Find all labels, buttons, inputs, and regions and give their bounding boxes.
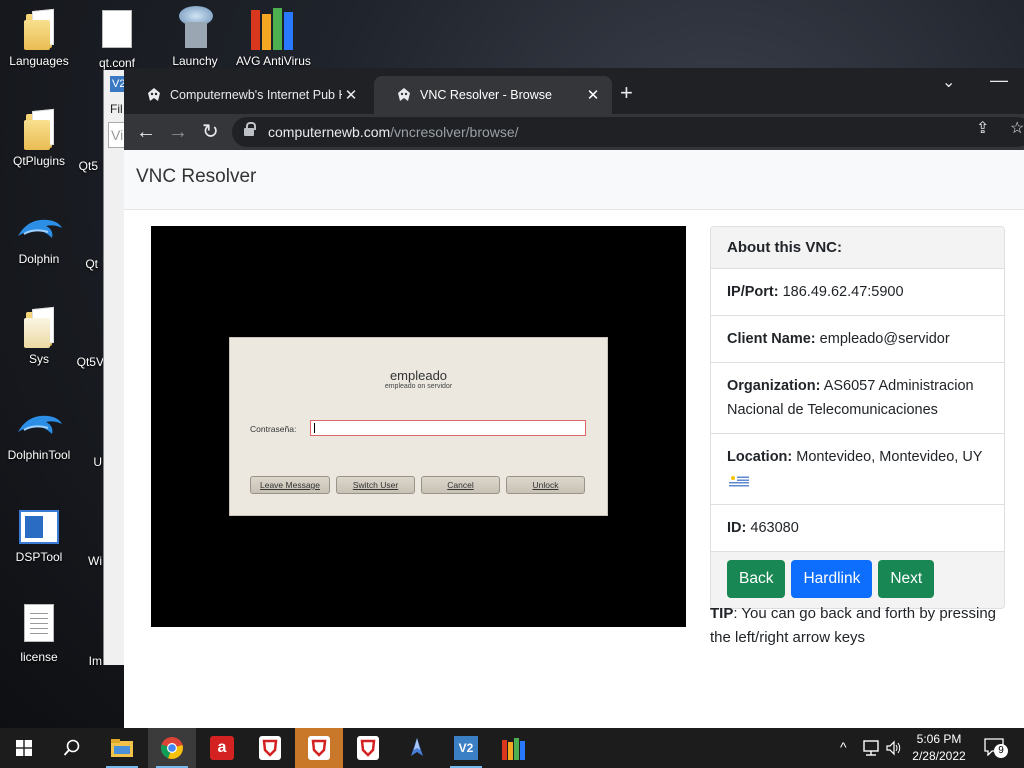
lock-icon xyxy=(244,122,256,138)
taskbar-chrome[interactable] xyxy=(148,728,196,768)
start-button[interactable] xyxy=(0,728,48,768)
new-tab-plus-icon[interactable]: + xyxy=(620,80,633,106)
forward-arrow-icon[interactable]: → xyxy=(168,120,188,144)
file-explorer-icon xyxy=(111,739,133,757)
location-row: Location: Montevideo, Montevideo, UY xyxy=(711,434,1004,505)
volume-icon[interactable] xyxy=(886,740,902,756)
vnc-viewer-icon: V2 xyxy=(454,736,478,760)
password-label: Contraseña: xyxy=(250,424,297,434)
rocket-icon xyxy=(411,738,423,756)
cancel-button: Cancel xyxy=(421,476,500,494)
desktop-icon-dolphintool[interactable]: DolphinTool xyxy=(2,408,76,462)
tab-bar: Computernewb's Internet Pub Hu ✕ VNC Res… xyxy=(124,68,1024,114)
chrome-icon xyxy=(161,737,183,759)
organization-row: Organization: AS6057 Administracion Naci… xyxy=(711,363,1004,434)
desktop-icon-languages[interactable]: Languages xyxy=(2,10,76,68)
taskbar-launchy[interactable] xyxy=(393,728,441,768)
back-button[interactable]: Back xyxy=(727,560,786,598)
desktop-icon-license[interactable]: license xyxy=(2,604,76,664)
close-tab-icon[interactable]: ✕ xyxy=(584,86,602,104)
shield-icon xyxy=(357,736,379,760)
document-icon xyxy=(102,10,132,48)
close-tab-icon[interactable]: ✕ xyxy=(342,86,360,104)
desktop-icon-avg[interactable]: AVG AntiVirus xyxy=(236,4,311,68)
client-name-row: Client Name: empleado@servidor xyxy=(711,316,1004,363)
taskbar-file-explorer[interactable] xyxy=(98,728,146,768)
share-icon[interactable]: ⇪ xyxy=(976,118,989,138)
bg-window-menu: Fil xyxy=(110,102,123,116)
desktop-icon-col2-7[interactable]: Im xyxy=(72,650,102,668)
launchy-icon xyxy=(175,4,215,50)
password-field xyxy=(310,420,586,436)
dialog-subtitle: empleado on servidor xyxy=(384,383,453,390)
bookmark-star-icon[interactable]: ☆ xyxy=(1010,118,1024,138)
taskbar-vnc-viewer[interactable]: V2 xyxy=(442,728,490,768)
notification-center[interactable]: 9 xyxy=(984,738,1008,758)
reload-icon[interactable]: ↻ xyxy=(202,120,219,144)
site-header: VNC Resolver xyxy=(124,150,1024,210)
ghost-favicon-icon xyxy=(398,88,410,101)
shield-icon xyxy=(259,736,281,760)
vnc-screenshot: empleado empleado on servidor Contraseña… xyxy=(151,226,686,627)
ip-port-row: IP/Port: 186.49.62.47:5900 xyxy=(711,269,1004,316)
show-hidden-icons-chevron[interactable]: ^ xyxy=(840,739,847,755)
dialog-username: empleado xyxy=(389,368,448,383)
avira-icon: a xyxy=(210,736,234,760)
taskbar-shield-1[interactable] xyxy=(246,728,294,768)
desktop-icon-qt-conf[interactable]: qt.conf xyxy=(80,10,154,70)
switch-user-button: Switch User xyxy=(336,476,415,494)
desktop-icon-col2-6[interactable]: Wi xyxy=(72,550,102,568)
unlock-button: Unlock xyxy=(506,476,585,494)
next-button[interactable]: Next xyxy=(878,560,935,598)
taskbar-shield-2[interactable] xyxy=(295,728,343,768)
folder-icon xyxy=(24,10,54,50)
vnc-login-dialog: empleado empleado on servidor Contraseña… xyxy=(229,337,608,516)
leave-message-button: Leave Message xyxy=(250,476,330,494)
avg-icon xyxy=(251,4,295,50)
ghost-favicon-icon xyxy=(148,88,160,101)
uruguay-flag-icon xyxy=(729,474,749,488)
dolphin-icon xyxy=(14,212,64,248)
card-footer: Back Hardlink Next xyxy=(711,552,1004,608)
browser-toolbar: ← → ↻ computernewb.com/vncresolver/brows… xyxy=(124,114,1024,150)
network-icon[interactable] xyxy=(862,740,880,756)
tip-text: TIP: You can go back and forth by pressi… xyxy=(710,605,997,646)
hardlink-button[interactable]: Hardlink xyxy=(791,560,873,598)
shield-icon xyxy=(308,736,330,760)
dsptool-icon xyxy=(19,510,59,544)
address-bar[interactable]: computernewb.com/vncresolver/browse/ xyxy=(232,117,1024,147)
vnc-info-card: About this VNC: IP/Port: 186.49.62.47:59… xyxy=(710,226,1005,609)
folder-icon xyxy=(24,110,54,150)
tab-search-chevron-icon[interactable]: ⌄ xyxy=(942,72,955,92)
card-header: About this VNC: xyxy=(711,227,1004,269)
minimize-icon[interactable]: — xyxy=(990,70,1008,91)
tab-computernewb[interactable]: Computernewb's Internet Pub Hu ✕ xyxy=(124,76,370,114)
document-icon xyxy=(24,604,54,642)
page-title[interactable]: VNC Resolver xyxy=(136,166,256,187)
tab-vnc-resolver[interactable]: VNC Resolver - Browse ✕ xyxy=(374,76,612,114)
desktop-icon-dsptool[interactable]: DSPTool xyxy=(2,510,76,564)
taskbar-shield-3[interactable] xyxy=(344,728,392,768)
notification-count-badge: 9 xyxy=(994,744,1008,758)
taskbar-avira[interactable]: a xyxy=(198,728,246,768)
desktop-icon-col2-5[interactable]: U xyxy=(72,451,102,469)
back-arrow-icon[interactable]: ← xyxy=(136,120,156,144)
desktop-icon-col2-3[interactable]: Qt xyxy=(58,253,98,271)
id-row: ID: 463080 xyxy=(711,505,1004,552)
taskbar: a V2 ^ 5:06 PM 2/28/2022 9 xyxy=(0,728,1024,768)
windows-logo-icon xyxy=(16,740,32,756)
search-icon xyxy=(63,739,80,756)
folder-icon xyxy=(24,308,54,348)
system-clock[interactable]: 5:06 PM 2/28/2022 xyxy=(902,731,976,765)
desktop-icon-col2-2[interactable]: Qt5 xyxy=(58,155,98,173)
taskbar-avg[interactable] xyxy=(490,728,538,768)
page-content: VNC Resolver empleado empleado on servid… xyxy=(124,150,1024,728)
dolphin-icon xyxy=(14,408,64,444)
search-button[interactable] xyxy=(48,728,96,768)
desktop-icon-col2-4[interactable]: Qt5V xyxy=(58,351,104,369)
desktop-icon-launchy[interactable]: Launchy xyxy=(158,4,232,68)
avg-icon xyxy=(502,736,526,760)
browser-window: Computernewb's Internet Pub Hu ✕ VNC Res… xyxy=(124,68,1024,728)
